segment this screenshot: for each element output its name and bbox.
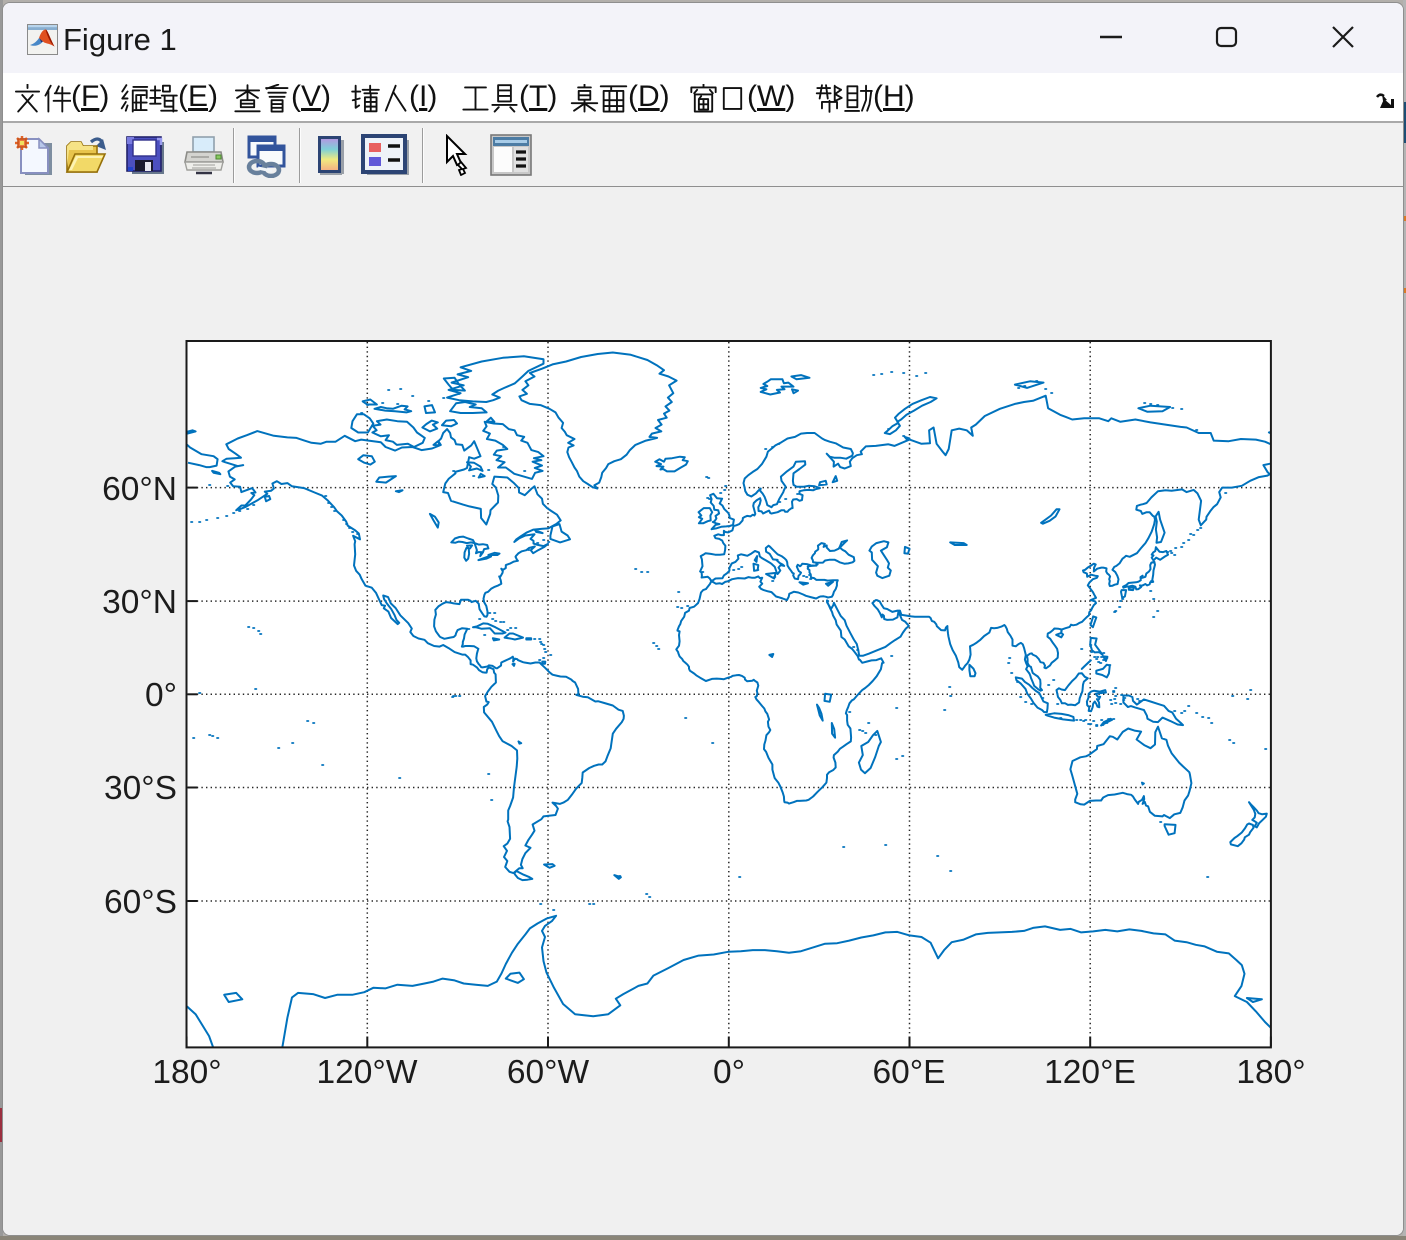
svg-text:60°S: 60°S	[104, 884, 177, 921]
svg-text:60°N: 60°N	[102, 471, 177, 508]
svg-text:60°E: 60°E	[872, 1054, 945, 1091]
svg-text:180°: 180°	[1236, 1054, 1305, 1091]
svg-text:120°W: 120°W	[317, 1054, 418, 1091]
svg-text:120°E: 120°E	[1044, 1054, 1136, 1091]
svg-text:180°: 180°	[152, 1054, 221, 1091]
svg-text:30°N: 30°N	[102, 584, 177, 621]
svg-text:0°: 0°	[713, 1054, 745, 1091]
svg-text:30°S: 30°S	[104, 770, 177, 807]
svg-text:60°W: 60°W	[507, 1054, 590, 1091]
svg-text:0°: 0°	[145, 677, 177, 714]
